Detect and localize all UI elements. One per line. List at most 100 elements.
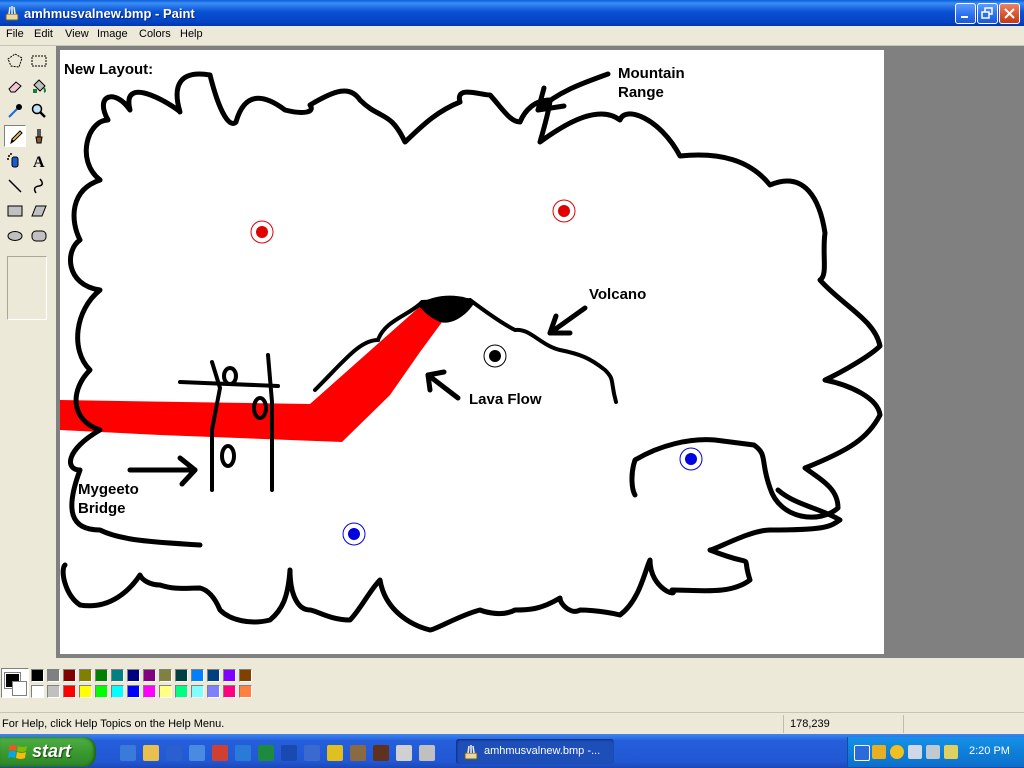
palette-swatch[interactable]	[31, 669, 44, 682]
security-icon[interactable]	[872, 745, 886, 759]
tool-box: A	[0, 46, 56, 658]
palette-swatch[interactable]	[95, 669, 108, 682]
palette-swatch[interactable]	[79, 685, 92, 698]
paint-app-icon	[5, 6, 19, 21]
eraser-icon	[8, 81, 22, 93]
palette-swatch[interactable]	[223, 669, 236, 682]
palette-swatch[interactable]	[191, 685, 204, 698]
restore-icon	[981, 7, 993, 19]
menu-help[interactable]: Help	[178, 28, 205, 40]
start-button[interactable]: start	[0, 737, 96, 767]
tool-ellipse[interactable]	[4, 225, 26, 247]
taskbar-button-label: amhmusvalnew.bmp -...	[484, 745, 601, 757]
app3-icon[interactable]	[350, 745, 366, 761]
palette-swatch[interactable]	[175, 685, 188, 698]
printer-icon[interactable]	[926, 745, 940, 759]
map-drawing	[60, 71, 883, 633]
color-palette	[0, 658, 1024, 710]
palette-swatch[interactable]	[223, 685, 236, 698]
close-button[interactable]	[999, 3, 1020, 24]
ie-window-icon[interactable]	[189, 745, 205, 761]
tool-fill[interactable]	[28, 75, 50, 97]
palette-swatch[interactable]	[143, 669, 156, 682]
palette-swatch[interactable]	[207, 685, 220, 698]
menu-image[interactable]: Image	[95, 28, 130, 40]
clock[interactable]: 2:20 PM	[969, 745, 1010, 757]
palette-swatch[interactable]	[47, 685, 60, 698]
tool-rounded-rectangle[interactable]	[28, 225, 50, 247]
taskbar-button-paint[interactable]: amhmusvalnew.bmp -...	[456, 739, 614, 764]
menu-view[interactable]: View	[63, 28, 91, 40]
rect-select-icon	[31, 55, 47, 67]
tool-line[interactable]	[4, 175, 26, 197]
tool-curve[interactable]	[28, 175, 50, 197]
status-bar: For Help, click Help Topics on the Help …	[0, 712, 1024, 735]
canvas-area[interactable]: New Layout: Mountain Range Volcano Lava …	[56, 46, 1024, 658]
word-icon[interactable]	[281, 745, 297, 761]
messenger-icon[interactable]	[890, 745, 904, 759]
tool-free-form-select[interactable]	[4, 50, 26, 72]
minimize-icon	[961, 16, 968, 18]
palette-swatch[interactable]	[207, 669, 220, 682]
folder-icon[interactable]	[143, 745, 159, 761]
mountain-range-label: Mountain Range	[618, 65, 685, 101]
folder-tray-icon[interactable]	[944, 745, 958, 759]
palette-swatch[interactable]	[47, 669, 60, 682]
app-icon[interactable]	[304, 745, 320, 761]
tool-text[interactable]: A	[28, 150, 50, 172]
palette-swatch[interactable]	[95, 685, 108, 698]
palette-swatch[interactable]	[143, 685, 156, 698]
palette-swatch[interactable]	[239, 669, 252, 682]
palette-swatch[interactable]	[191, 669, 204, 682]
tool-rectangle[interactable]	[4, 200, 26, 222]
tool-polygon[interactable]	[28, 200, 50, 222]
palette-swatch[interactable]	[159, 685, 172, 698]
text-icon: A	[33, 154, 45, 170]
current-colors[interactable]	[1, 668, 29, 698]
palette-swatch[interactable]	[127, 669, 140, 682]
palette-swatch[interactable]	[63, 685, 76, 698]
palette-swatch[interactable]	[31, 685, 44, 698]
tool-pick-color[interactable]	[4, 100, 26, 122]
palette-swatch[interactable]	[239, 685, 252, 698]
title-bar[interactable]: amhmusvalnew.bmp - Paint	[0, 0, 1024, 26]
app5-icon[interactable]	[396, 745, 412, 761]
lava-flow-label: Lava Flow	[469, 391, 542, 408]
palette-swatch[interactable]	[79, 669, 92, 682]
excel-icon[interactable]	[258, 745, 274, 761]
tool-magnifier[interactable]	[28, 100, 50, 122]
cursor-coordinates: 178,239	[790, 718, 830, 730]
palette-swatch[interactable]	[111, 685, 124, 698]
menu-file[interactable]: File	[4, 28, 26, 40]
tool-pencil[interactable]	[4, 125, 26, 147]
eye-icon[interactable]	[212, 745, 228, 761]
ie-icon[interactable]	[235, 745, 251, 761]
tool-airbrush[interactable]	[4, 150, 26, 172]
app2-icon[interactable]	[327, 745, 343, 761]
media-icon[interactable]	[166, 745, 182, 761]
palette-swatch[interactable]	[111, 669, 124, 682]
app4-icon[interactable]	[373, 745, 389, 761]
network-icon[interactable]	[908, 745, 922, 759]
paint-bucket-icon	[33, 79, 46, 93]
map-outline	[83, 71, 883, 520]
palette-swatch[interactable]	[175, 669, 188, 682]
status-help-text: For Help, click Help Topics on the Help …	[2, 718, 225, 730]
minimize-button[interactable]	[955, 3, 976, 24]
outlook-icon[interactable]	[120, 745, 136, 761]
brush-icon	[35, 129, 43, 144]
title-label: New Layout:	[64, 61, 154, 78]
tool-brush[interactable]	[28, 125, 50, 147]
palette-swatch[interactable]	[127, 685, 140, 698]
tool-options-box[interactable]	[7, 256, 47, 320]
maximize-button[interactable]	[977, 3, 998, 24]
tool-eraser[interactable]	[4, 75, 26, 97]
palette-swatch[interactable]	[159, 669, 172, 682]
tool-select[interactable]	[28, 50, 50, 72]
volume-icon[interactable]	[854, 745, 870, 761]
app6-icon[interactable]	[419, 745, 435, 761]
menu-colors[interactable]: Colors	[137, 28, 173, 40]
palette-swatch[interactable]	[63, 669, 76, 682]
menu-edit[interactable]: Edit	[32, 28, 55, 40]
drawing-canvas[interactable]: New Layout: Mountain Range Volcano Lava …	[60, 50, 884, 654]
